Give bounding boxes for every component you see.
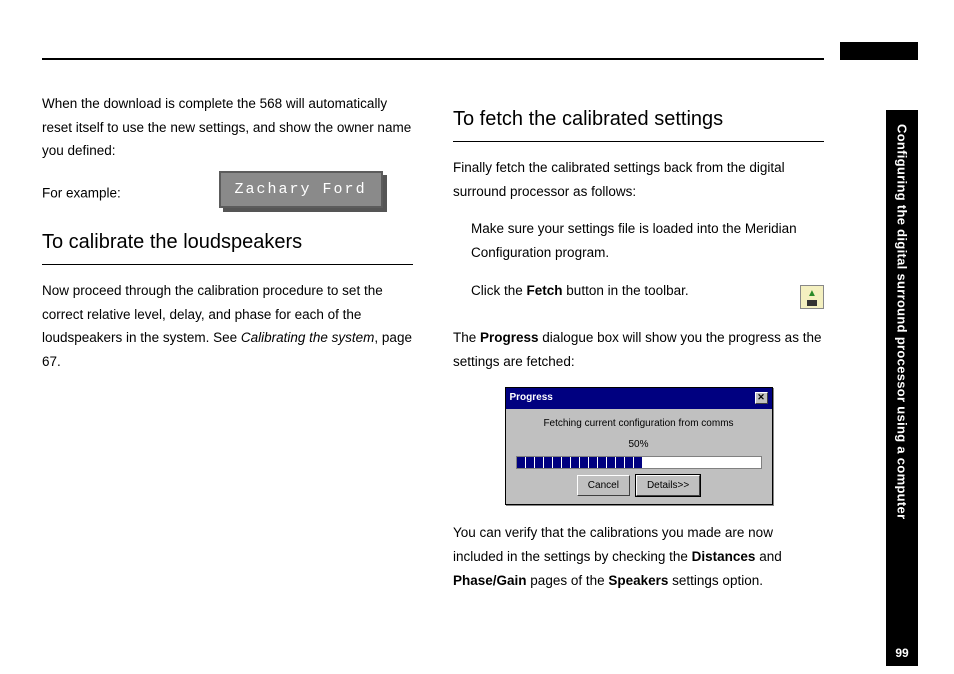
verify-b2: Phase/Gain [453,573,527,588]
fetch-step-2-bold: Fetch [527,283,563,298]
page: Configuring the digital surround process… [0,0,954,674]
example-prefix: For example: [42,186,121,201]
example-line: For example: Zachary Ford [42,177,413,211]
owner-name-text: Zachary Ford [219,171,383,208]
close-icon[interactable]: ✕ [755,392,768,404]
upload-arrow-icon: ▲ [807,289,817,299]
calibrate-paragraph: Now proceed through the calibration proc… [42,279,413,374]
fetch-toolbar-icon[interactable]: ▲ [800,285,824,309]
fetch-step-2-post: button in the toolbar. [563,283,689,298]
fetch-step-2: Click the Fetch button in the toolbar. [471,279,689,303]
progress-sentence-bold: Progress [480,330,539,345]
progress-dialog-buttons: Cancel Details>> [516,475,762,497]
progress-sentence: The Progress dialogue box will show you … [453,326,824,373]
fetch-intro: Finally fetch the calibrated settings ba… [453,156,824,203]
side-tab-accent [840,42,918,60]
top-rule [42,58,824,60]
progress-dialog-body: Fetching current configuration from comm… [506,409,772,505]
chapter-title: Configuring the digital surround process… [895,124,910,519]
heading-fetch: To fetch the calibrated settings [453,102,824,137]
chapter-sidebar: Configuring the digital surround process… [886,110,918,640]
details-button[interactable]: Details>> [636,475,700,497]
progress-dialog-percent: 50% [516,436,762,454]
verify-mid2: pages of the [527,573,609,588]
verify-post: settings option. [668,573,763,588]
progress-sentence-pre: The [453,330,480,345]
content-columns: When the download is complete the 568 wi… [42,92,824,606]
intro-paragraph: When the download is complete the 568 wi… [42,92,413,163]
heading-fetch-rule [453,141,824,142]
verify-paragraph: You can verify that the calibrations you… [453,521,824,592]
heading-calibrate: To calibrate the loudspeakers [42,225,413,260]
heading-calibrate-rule [42,264,413,265]
verify-mid1: and [755,549,781,564]
owner-name-badge: Zachary Ford [219,177,383,203]
progress-dialog-titlebar: Progress ✕ [506,388,772,409]
verify-b3: Speakers [608,573,668,588]
verify-b1: Distances [692,549,756,564]
progress-dialog: Progress ✕ Fetching current configuratio… [505,387,773,505]
progress-dialog-title: Progress [510,389,553,407]
right-column: To fetch the calibrated settings Finally… [453,92,824,606]
calibrate-text-em: Calibrating the system [241,330,375,345]
fetch-step-2-row: Click the Fetch button in the toolbar. ▲ [453,279,824,317]
progress-bar [516,456,762,469]
fetch-step-2-pre: Click the [471,283,527,298]
page-number: 99 [895,646,908,660]
page-number-box: 99 [886,640,918,666]
device-icon [807,300,817,306]
progress-dialog-message: Fetching current configuration from comm… [516,415,762,433]
fetch-step-1: Make sure your settings file is loaded i… [453,217,824,264]
progress-dialog-wrap: Progress ✕ Fetching current configuratio… [453,387,824,505]
left-column: When the download is complete the 568 wi… [42,92,413,606]
cancel-button[interactable]: Cancel [577,475,630,497]
